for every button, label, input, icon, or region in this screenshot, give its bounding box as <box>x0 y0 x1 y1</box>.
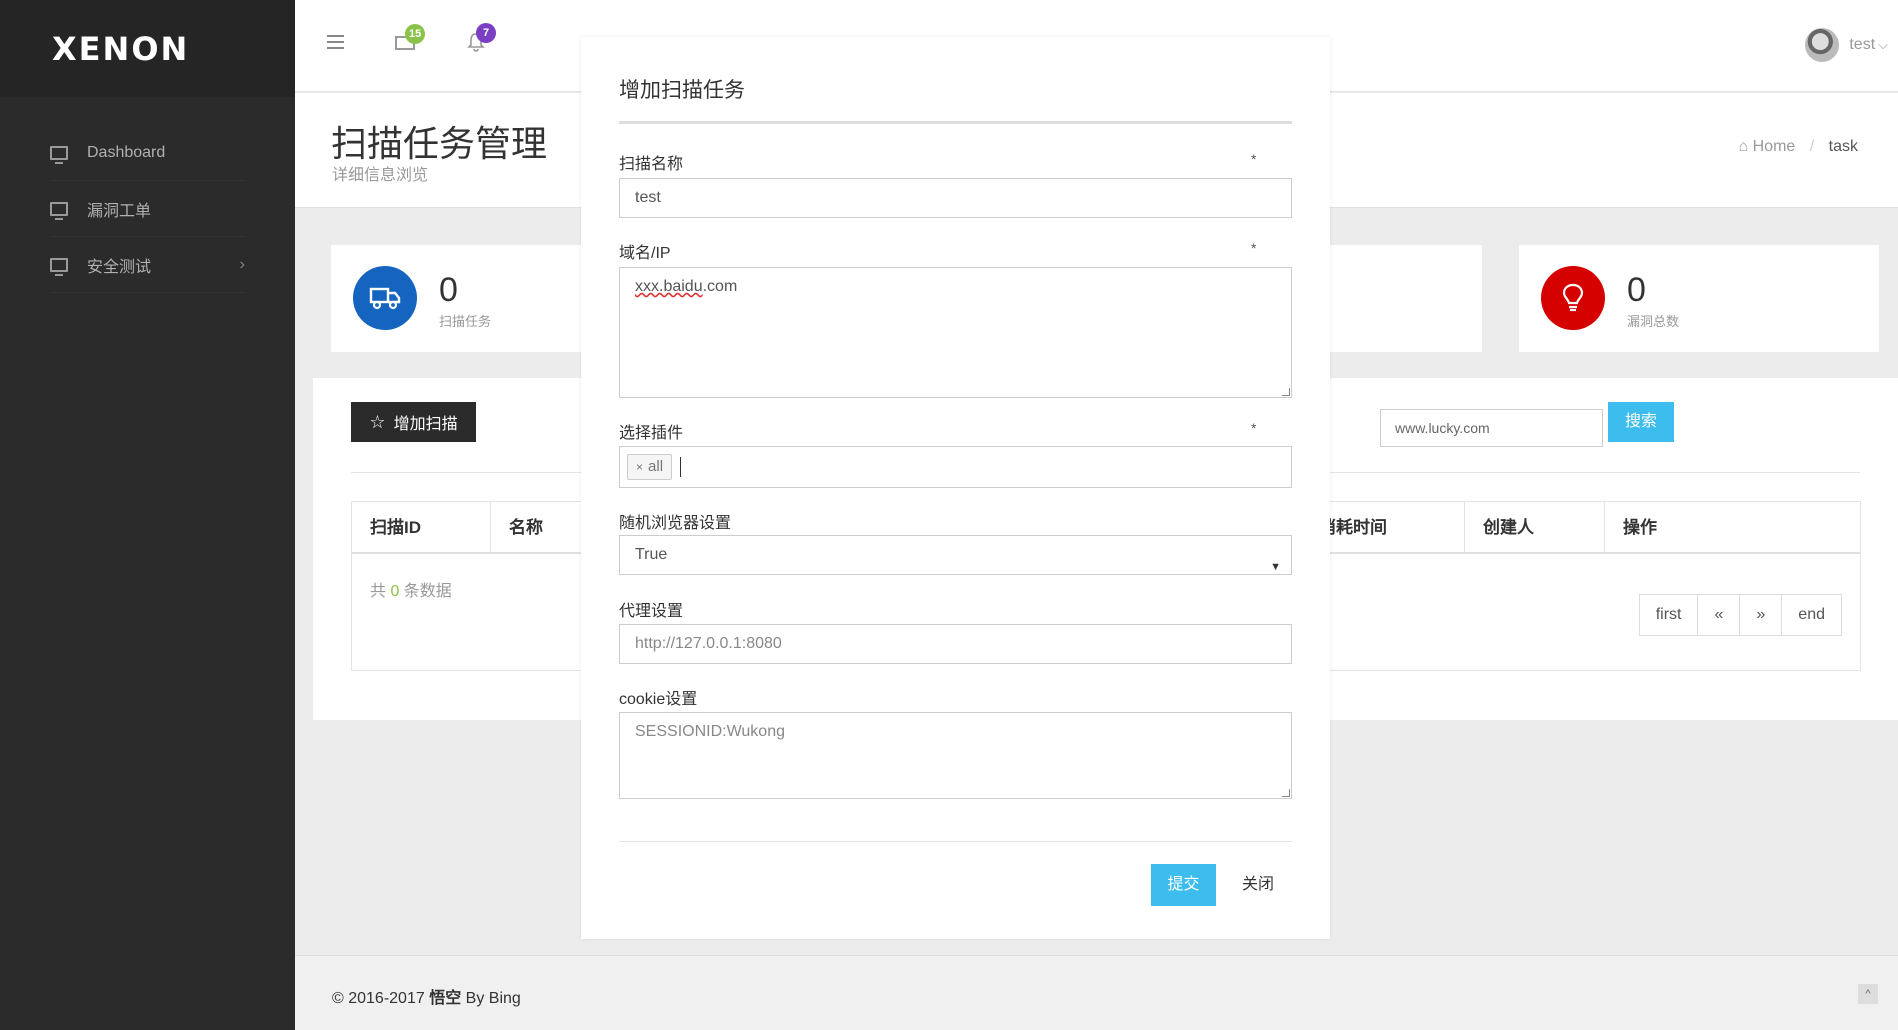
page-end[interactable]: end <box>1782 595 1841 635</box>
plugin-tag[interactable]: × all <box>627 454 673 480</box>
modal-title: 增加扫描任务 <box>619 79 745 102</box>
modal-footer-divider <box>619 841 1292 842</box>
menu-toggle-icon[interactable] <box>327 35 344 49</box>
domain-label: 域名/IP <box>619 245 671 262</box>
sidebar-item-label: 漏洞工单 <box>87 202 152 220</box>
scan-name-label: 扫描名称 <box>619 156 684 173</box>
add-scan-label: 增加扫描 <box>393 416 458 433</box>
add-scan-button[interactable]: ☆ 增加扫描 <box>351 402 476 442</box>
stat-value: 0 <box>439 271 458 309</box>
column-header[interactable]: 扫描ID <box>352 502 491 552</box>
page-next[interactable]: » <box>1740 595 1783 635</box>
user-name: test <box>1849 36 1876 53</box>
proxy-label: 代理设置 <box>619 603 684 620</box>
browser-select[interactable]: True ▼ <box>619 535 1292 575</box>
user-menu[interactable]: test ⌵ <box>1805 28 1888 62</box>
monitor-icon <box>50 257 68 276</box>
monitor-icon <box>50 145 68 164</box>
stat-label: 扫描任务 <box>439 314 492 329</box>
column-header[interactable]: 创建人 <box>1465 502 1605 552</box>
breadcrumb-separator: / <box>1809 138 1815 155</box>
breadcrumb: ⌂ Home / task <box>1738 138 1858 156</box>
lightbulb-icon <box>1541 266 1605 330</box>
dropdown-arrow-icon: ▼ <box>1270 561 1281 573</box>
sidebar-nav: Dashboard 漏洞工单 安全测试 › <box>0 97 295 293</box>
plugin-select[interactable]: × all <box>619 446 1292 488</box>
required-mark: * <box>1251 420 1257 436</box>
cookie-label: cookie设置 <box>619 691 698 708</box>
sidebar-item-label: 安全测试 <box>87 258 152 276</box>
browser-label: 随机浏览器设置 <box>619 515 732 532</box>
brand-text: XENON <box>52 29 190 68</box>
submit-button[interactable]: 提交 <box>1151 864 1216 906</box>
text-caret <box>680 456 682 477</box>
truck-icon <box>353 266 417 330</box>
required-mark: * <box>1251 240 1257 256</box>
required-mark: * <box>1251 151 1257 167</box>
avatar <box>1805 28 1840 62</box>
plugin-label: 选择插件 <box>619 425 684 442</box>
breadcrumb-current: task <box>1828 138 1858 155</box>
domain-textarea[interactable]: xxx.baidu.com <box>619 267 1292 398</box>
page-prev[interactable]: « <box>1698 595 1741 635</box>
resize-handle[interactable] <box>1282 789 1290 797</box>
scroll-top-button[interactable]: ^ <box>1858 984 1878 1004</box>
add-scan-modal: 增加扫描任务 扫描名称 * test 域名/IP * xxx.baidu.com… <box>581 37 1330 939</box>
brand-logo[interactable]: XENON <box>0 0 295 97</box>
sidebar-item-security-test[interactable]: 安全测试 › <box>50 237 245 293</box>
modal-divider <box>619 121 1292 124</box>
column-header[interactable]: 操作 <box>1605 502 1860 552</box>
chevron-down-icon: ⌵ <box>1878 37 1888 52</box>
stat-placeholder <box>1330 245 1482 352</box>
monitor-icon <box>50 201 68 220</box>
sidebar-item-label: Dashboard <box>87 143 166 161</box>
notification-count-badge: 7 <box>476 23 496 43</box>
proxy-input[interactable]: http://127.0.0.1:8080 <box>619 624 1292 664</box>
search-button[interactable]: 搜索 <box>1608 402 1674 442</box>
footer: © 2016-2017 悟空 By Bing ^ <box>295 955 1898 1030</box>
star-icon: ☆ <box>369 411 386 432</box>
resize-handle[interactable] <box>1282 388 1290 396</box>
search-input[interactable]: www.lucky.com <box>1380 409 1603 447</box>
page-title: 扫描任务管理 <box>331 123 548 164</box>
breadcrumb-home[interactable]: Home <box>1753 138 1796 155</box>
chevron-right-icon: › <box>239 255 245 273</box>
stat-scan-tasks: 0 扫描任务 <box>331 245 581 352</box>
page-subtitle: 详细信息浏览 <box>332 167 429 184</box>
stat-label: 漏洞总数 <box>1627 314 1680 329</box>
cookie-textarea[interactable]: SESSIONID:Wukong <box>619 712 1292 799</box>
sidebar-item-vuln-tickets[interactable]: 漏洞工单 <box>50 181 245 237</box>
stat-vuln-total: 0 漏洞总数 <box>1519 245 1879 352</box>
mail-count-badge: 15 <box>405 24 426 44</box>
sidebar-item-dashboard[interactable]: Dashboard <box>50 125 245 181</box>
record-count: 共 0 条数据 <box>370 583 452 600</box>
footer-text: © 2016-2017 悟空 By Bing <box>332 990 521 1007</box>
pagination: first « » end <box>1638 594 1842 636</box>
remove-tag-icon[interactable]: × <box>636 460 643 474</box>
scan-name-input[interactable]: test <box>619 178 1292 218</box>
close-button[interactable]: 关闭 <box>1233 864 1283 906</box>
page-first[interactable]: first <box>1640 595 1699 635</box>
stat-value: 0 <box>1627 271 1646 309</box>
sidebar: XENON Dashboard 漏洞工单 安全测试 › <box>0 0 295 1030</box>
home-icon: ⌂ <box>1738 138 1749 155</box>
